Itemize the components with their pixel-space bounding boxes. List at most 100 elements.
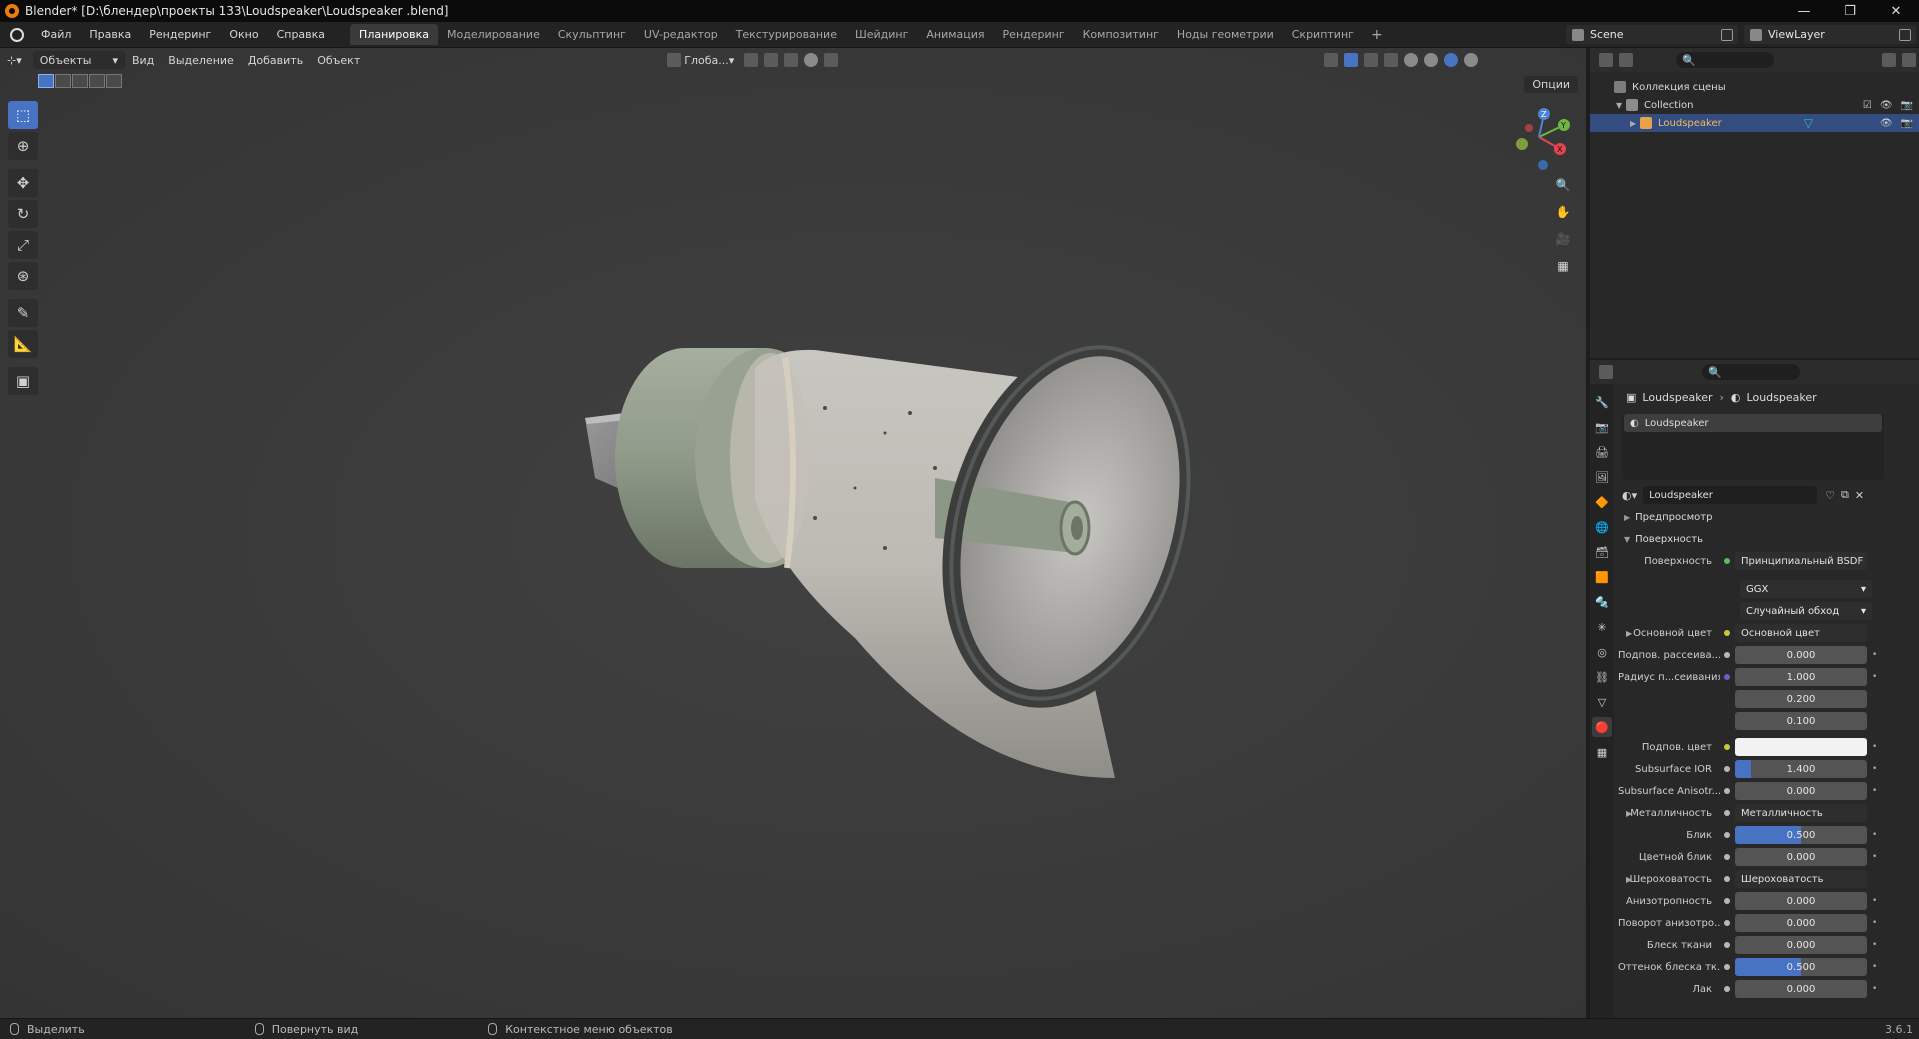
material-slot-list[interactable]: ◐ Loudspeaker — [1622, 414, 1884, 480]
subsurface-anisotropy-field[interactable]: 0.000 — [1735, 782, 1867, 800]
keyframe-dot-icon[interactable]: • — [1872, 896, 1880, 906]
value-socket-icon[interactable] — [1724, 964, 1730, 970]
unlink-material-icon[interactable]: ✕ — [1855, 489, 1864, 502]
data-tab-icon[interactable]: ▽ — [1592, 692, 1612, 712]
menu-file[interactable]: Файл — [32, 28, 80, 41]
filter-icon[interactable] — [1882, 53, 1896, 67]
transform-tool-icon[interactable]: ⊛ — [8, 262, 38, 290]
tab-modeling[interactable]: Моделирование — [438, 24, 549, 45]
wireframe-shading-icon[interactable] — [1404, 53, 1419, 67]
particles-tab-icon[interactable]: ✳ — [1592, 617, 1612, 637]
expand-arrow-icon[interactable]: ▶ — [1630, 119, 1640, 128]
loudspeaker-3d-model[interactable] — [555, 338, 1255, 878]
camera-icon[interactable]: 📷 — [1901, 100, 1913, 111]
editor-type-icon[interactable]: ⊹▾ — [0, 51, 29, 69]
value-socket-icon[interactable] — [1724, 788, 1730, 794]
keyframe-dot-icon[interactable]: • — [1872, 672, 1880, 682]
subsurface-ior-field[interactable]: 1.400 — [1735, 760, 1867, 778]
modifiers-tab-icon[interactable]: 🔩 — [1592, 592, 1612, 612]
value-socket-icon[interactable] — [1724, 898, 1730, 904]
menu-render[interactable]: Рендеринг — [140, 28, 220, 41]
material-slot-item[interactable]: ◐ Loudspeaker — [1624, 414, 1882, 432]
anisotropic-field[interactable]: 0.000 — [1735, 892, 1867, 910]
vector-socket-icon[interactable] — [1724, 674, 1730, 680]
tab-geometry-nodes[interactable]: Ноды геометрии — [1168, 24, 1283, 45]
proportional-edit-icon[interactable] — [804, 53, 819, 67]
value-socket-icon[interactable] — [1724, 942, 1730, 948]
material-name-field[interactable]: Loudspeaker — [1643, 486, 1818, 504]
menu-edit[interactable]: Правка — [80, 28, 140, 41]
move-tool-icon[interactable]: ✥ — [8, 169, 38, 197]
sheen-tint-field[interactable]: 0.500 — [1735, 958, 1867, 976]
expand-arrow-icon[interactable]: ▶ — [1626, 629, 1632, 638]
tab-sculpting[interactable]: Скульптинг — [549, 24, 635, 45]
minimize-button[interactable]: — — [1781, 0, 1827, 22]
distribution-dropdown[interactable]: GGX ▾ — [1740, 580, 1872, 598]
outliner-search-input[interactable]: 🔍 — [1676, 52, 1774, 68]
keyframe-dot-icon[interactable]: • — [1872, 984, 1880, 994]
add-cube-tool-icon[interactable]: ▣ — [8, 367, 38, 395]
material-tab-icon[interactable]: 🔴 — [1592, 717, 1612, 737]
select-new-icon[interactable] — [38, 74, 54, 88]
value-socket-icon[interactable] — [1724, 986, 1730, 992]
gizmo-toggle-icon[interactable] — [1344, 53, 1359, 67]
select-subtract-icon[interactable] — [72, 74, 88, 88]
menu-help[interactable]: Справка — [268, 28, 334, 41]
subsurface-field[interactable]: 0.000 — [1735, 646, 1867, 664]
color-socket-icon[interactable] — [1724, 630, 1730, 636]
specular-field[interactable]: 0.500 — [1735, 826, 1867, 844]
output-tab-icon[interactable]: 🖨 — [1592, 442, 1612, 462]
keyframe-dot-icon[interactable]: • — [1872, 918, 1880, 928]
pan-hand-icon[interactable]: ✋ — [1552, 201, 1574, 223]
xray-icon[interactable] — [1384, 53, 1399, 67]
subsurface-radius-x-field[interactable]: 1.000 — [1735, 668, 1867, 686]
base-color-link-field[interactable]: Основной цвет — [1735, 624, 1867, 642]
expand-arrow-icon[interactable]: ▶ — [1626, 875, 1632, 884]
camera-view-icon[interactable]: 🎥 — [1552, 228, 1574, 250]
specular-tint-field[interactable]: 0.000 — [1735, 848, 1867, 866]
sheen-field[interactable]: 0.000 — [1735, 936, 1867, 954]
menu-add[interactable]: Добавить — [241, 51, 310, 69]
scene-selector[interactable]: Scene — [1566, 25, 1738, 44]
render-tab-icon[interactable]: 📷 — [1592, 417, 1612, 437]
expand-arrow-icon[interactable]: ▶ — [1626, 809, 1632, 818]
subsurface-radius-y-field[interactable]: 0.200 — [1735, 690, 1867, 708]
tab-uv-editing[interactable]: UV-редактор — [635, 24, 727, 45]
color-socket-icon[interactable] — [1724, 744, 1730, 750]
keyframe-dot-icon[interactable]: • — [1872, 764, 1880, 774]
eye-icon[interactable]: 👁 — [1880, 100, 1893, 111]
keyframe-dot-icon[interactable]: • — [1872, 852, 1880, 862]
camera-icon[interactable]: 📷 — [1901, 118, 1913, 129]
outliner-row-collection[interactable]: ▼ Collection ☑ 👁 📷 — [1590, 96, 1919, 114]
value-socket-icon[interactable] — [1724, 854, 1730, 860]
subsurface-method-dropdown[interactable]: Случайный обход ▾ — [1740, 602, 1872, 620]
outliner-editor-type-icon[interactable] — [1599, 53, 1613, 67]
options-dropdown[interactable]: Опции — [1524, 76, 1578, 93]
fake-user-icon[interactable]: ♡ — [1825, 489, 1835, 502]
preview-panel-header[interactable]: ▶ Предпросмотр — [1618, 506, 1919, 528]
anisotropic-rotation-field[interactable]: 0.000 — [1735, 914, 1867, 932]
surface-shader-field[interactable]: Принципиальный BSDF — [1735, 552, 1867, 570]
solid-shading-icon[interactable] — [1424, 53, 1439, 67]
world-tab-icon[interactable]: 🌐 — [1592, 517, 1612, 537]
menu-select[interactable]: Выделение — [161, 51, 241, 69]
subsurface-radius-z-field[interactable]: 0.100 — [1735, 712, 1867, 730]
select-extend-icon[interactable] — [55, 74, 71, 88]
properties-search-input[interactable]: 🔍 — [1702, 364, 1800, 380]
value-socket-icon[interactable] — [1724, 810, 1730, 816]
rendered-shading-icon[interactable] — [1464, 53, 1479, 67]
blender-logo-icon[interactable] — [10, 27, 24, 42]
value-socket-icon[interactable] — [1724, 876, 1730, 882]
view-layer-tab-icon[interactable]: 🖼 — [1592, 467, 1612, 487]
value-socket-icon[interactable] — [1724, 652, 1730, 658]
display-mode-icon[interactable] — [1619, 53, 1633, 67]
clearcoat-field[interactable]: 0.000 — [1735, 980, 1867, 998]
value-socket-icon[interactable] — [1724, 766, 1730, 772]
surface-panel-header[interactable]: ▼ Поверхность — [1618, 528, 1919, 550]
keyframe-dot-icon[interactable]: • — [1872, 830, 1880, 840]
value-socket-icon[interactable] — [1724, 832, 1730, 838]
cursor-tool-icon[interactable]: ⊕ — [8, 132, 38, 160]
snap-icon[interactable] — [764, 53, 779, 67]
menu-window[interactable]: Окно — [220, 28, 267, 41]
overlay-icon[interactable] — [1364, 53, 1379, 67]
